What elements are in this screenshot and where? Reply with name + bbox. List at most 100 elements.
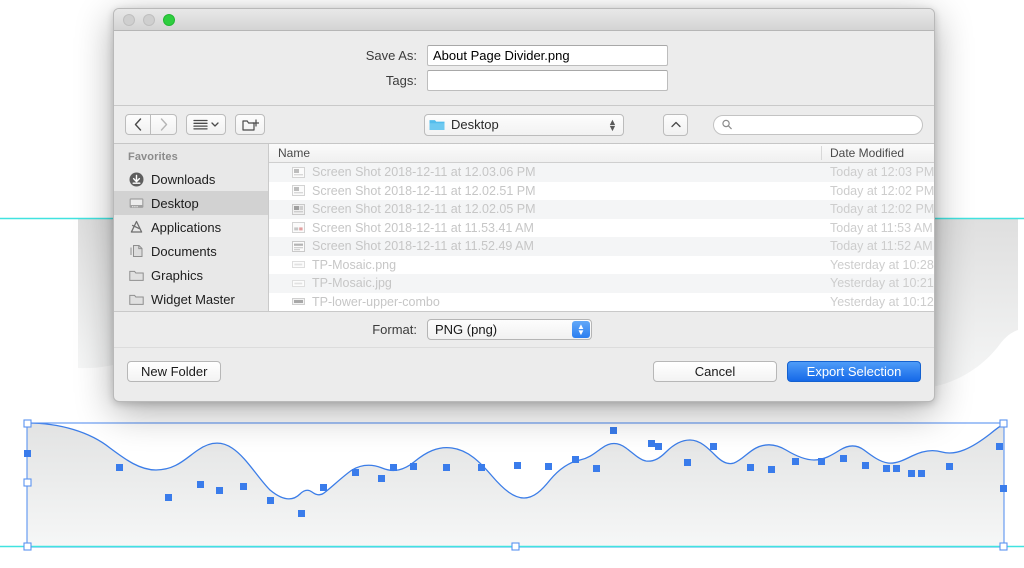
- file-date-cell: Yesterday at 10:28: [822, 258, 934, 272]
- chevron-up-icon: [671, 121, 681, 128]
- file-name-cell: TP-Mosaic.jpg: [269, 276, 822, 290]
- file-list: Name Date Modified Screen Shot 2018-12-1…: [269, 144, 934, 311]
- format-popup-button[interactable]: PNG (png) ▲▼: [427, 319, 592, 340]
- dialog-fields: Save As: Tags:: [114, 31, 934, 106]
- new-folder-button[interactable]: New Folder: [127, 361, 221, 382]
- format-row: Format: PNG (png) ▲▼: [114, 311, 934, 347]
- image-file-icon: [292, 241, 305, 252]
- sidebar-item-label: Graphics: [151, 268, 203, 283]
- sidebar-item-applications[interactable]: Applications: [114, 215, 268, 239]
- table-row[interactable]: TP-Mosaic.jpg Yesterday at 10:21: [269, 274, 934, 293]
- file-name-text: TP-Mosaic.png: [312, 258, 396, 272]
- search-field[interactable]: [713, 115, 923, 135]
- go-up-button[interactable]: [663, 114, 688, 136]
- table-row[interactable]: Screen Shot 2018-12-11 at 12.02.05 PM To…: [269, 200, 934, 219]
- image-file-icon: [292, 204, 305, 215]
- table-row[interactable]: TP-Mosaic.png Yesterday at 10:28: [269, 256, 934, 275]
- format-stepper-icon: ▲▼: [572, 321, 590, 338]
- chevron-left-icon: [134, 118, 142, 131]
- column-header-date[interactable]: Date Modified: [822, 146, 934, 160]
- file-list-header: Name Date Modified: [269, 144, 934, 163]
- export-selection-button[interactable]: Export Selection: [787, 361, 921, 382]
- path-stepper-icon: ▲▼: [606, 119, 619, 131]
- file-name-cell: Screen Shot 2018-12-11 at 11.53.41 AM: [269, 221, 822, 235]
- image-file-icon: [292, 296, 305, 307]
- dialog-footer: New Folder Cancel Export Selection: [114, 347, 934, 394]
- table-row[interactable]: Screen Shot 2018-12-11 at 11.53.41 AM To…: [269, 219, 934, 238]
- image-file-icon: [292, 259, 305, 270]
- sidebar-item-desktop[interactable]: Desktop: [114, 191, 268, 215]
- divider-artwork: [0, 420, 1024, 550]
- minimize-button[interactable]: [143, 14, 155, 26]
- chevron-right-icon: [160, 118, 168, 131]
- favorites-header: Favorites: [114, 149, 268, 167]
- file-date-cell: Yesterday at 10:21: [822, 276, 934, 290]
- file-name-cell: Screen Shot 2018-12-11 at 12.02.51 PM: [269, 184, 822, 198]
- table-row[interactable]: TP-lower-upper-combo Yesterday at 10:12: [269, 293, 934, 312]
- new-folder-toolbar-button[interactable]: [235, 114, 265, 135]
- image-file-icon: [292, 167, 305, 178]
- file-name-text: Screen Shot 2018-12-11 at 12.03.06 PM: [312, 165, 536, 179]
- file-name-cell: Screen Shot 2018-12-11 at 12.02.05 PM: [269, 202, 822, 216]
- tags-input[interactable]: [427, 70, 668, 91]
- file-name-text: Screen Shot 2018-12-11 at 12.02.05 PM: [312, 202, 536, 216]
- view-options-button[interactable]: [186, 114, 226, 135]
- forward-button[interactable]: [151, 114, 177, 135]
- favorites-sidebar: Favorites Downloads: [114, 144, 269, 311]
- file-date-cell: Today at 12:03 PM: [822, 165, 934, 179]
- format-value: PNG (png): [435, 322, 497, 337]
- search-input[interactable]: [737, 118, 914, 132]
- file-browser: Favorites Downloads: [114, 144, 934, 311]
- folder-icon: [128, 267, 144, 283]
- dialog-titlebar: [114, 9, 934, 31]
- save-as-row: Save As:: [114, 45, 934, 66]
- table-row[interactable]: Screen Shot 2018-12-11 at 11.52.49 AM To…: [269, 237, 934, 256]
- close-button[interactable]: [123, 14, 135, 26]
- folder-icon: [429, 118, 445, 131]
- file-name-cell: Screen Shot 2018-12-11 at 12.03.06 PM: [269, 165, 822, 179]
- cancel-button[interactable]: Cancel: [653, 361, 777, 382]
- save-as-input[interactable]: [427, 45, 668, 66]
- table-row[interactable]: Screen Shot 2018-12-11 at 12.02.51 PM To…: [269, 182, 934, 201]
- file-name-text: Screen Shot 2018-12-11 at 11.52.49 AM: [312, 239, 534, 253]
- file-name-cell: Screen Shot 2018-12-11 at 11.52.49 AM: [269, 239, 822, 253]
- desktop-icon: [128, 195, 144, 211]
- sidebar-item-graphics[interactable]: Graphics: [114, 263, 268, 287]
- file-name-text: Screen Shot 2018-12-11 at 12.02.51 PM: [312, 184, 536, 198]
- path-popup-button[interactable]: Desktop ▲▼: [424, 114, 624, 136]
- zoom-button[interactable]: [163, 14, 175, 26]
- downloads-icon: [128, 171, 144, 187]
- file-name-text: TP-Mosaic.jpg: [312, 276, 392, 290]
- file-name-text: Screen Shot 2018-12-11 at 11.53.41 AM: [312, 221, 534, 235]
- app-stage: Save As: Tags:: [0, 0, 1024, 568]
- sidebar-item-downloads[interactable]: Downloads: [114, 167, 268, 191]
- table-row[interactable]: Screen Shot 2018-12-11 at 12.03.06 PM To…: [269, 163, 934, 182]
- sidebar-item-widget-master[interactable]: Widget Master: [114, 287, 268, 311]
- tags-row: Tags:: [114, 70, 934, 91]
- applications-icon: [128, 219, 144, 235]
- path-popup-label: Desktop: [451, 117, 499, 132]
- sidebar-item-documents[interactable]: Documents: [114, 239, 268, 263]
- save-as-label: Save As:: [114, 48, 427, 63]
- file-date-cell: Today at 12:02 PM: [822, 184, 934, 198]
- save-dialog: Save As: Tags:: [113, 8, 935, 402]
- file-date-cell: Yesterday at 10:12: [822, 295, 934, 309]
- image-file-icon: [292, 222, 305, 233]
- sidebar-item-label: Documents: [151, 244, 217, 259]
- back-button[interactable]: [125, 114, 151, 135]
- nav-button-group: [125, 114, 177, 135]
- list-view-icon: [193, 119, 208, 130]
- sidebar-item-label: Applications: [151, 220, 221, 235]
- sidebar-item-label: Widget Master: [151, 292, 235, 307]
- sidebar-item-label: Desktop: [151, 196, 199, 211]
- column-header-name[interactable]: Name: [269, 146, 822, 160]
- file-date-cell: Today at 11:52 AM: [822, 239, 934, 253]
- file-date-cell: Today at 11:53 AM: [822, 221, 934, 235]
- browser-toolbar: Desktop ▲▼: [114, 106, 934, 144]
- search-icon: [722, 119, 732, 130]
- file-name-text: TP-lower-upper-combo: [312, 295, 440, 309]
- new-folder-icon: [242, 118, 259, 132]
- format-label: Format:: [114, 322, 427, 337]
- file-list-rows: Screen Shot 2018-12-11 at 12.03.06 PM To…: [269, 163, 934, 311]
- file-name-cell: TP-Mosaic.png: [269, 258, 822, 272]
